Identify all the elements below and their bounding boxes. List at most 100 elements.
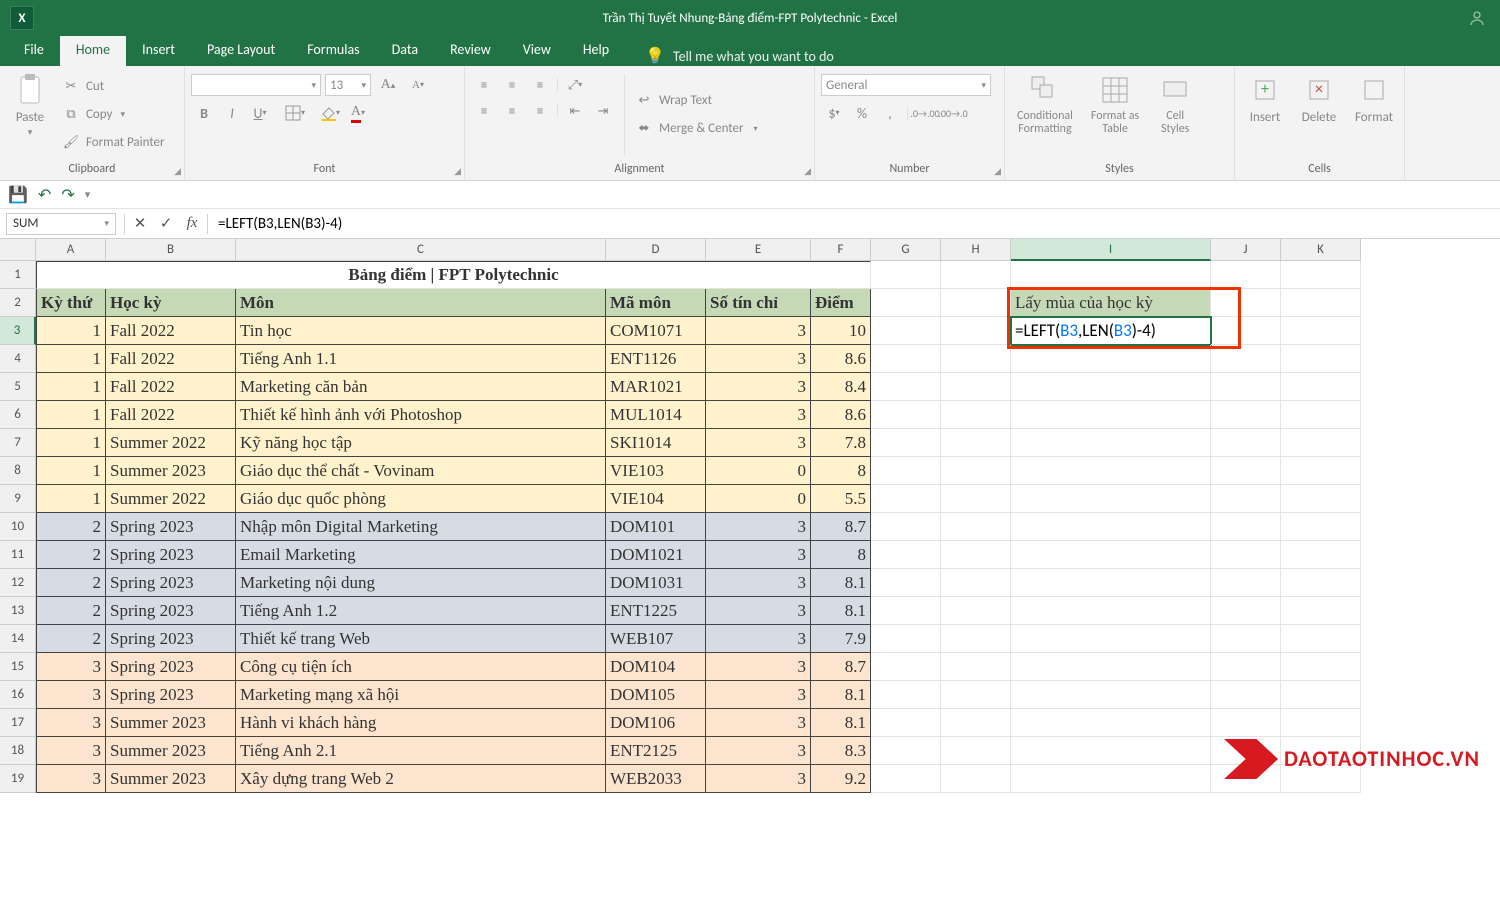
data-cell[interactable]: 3 [36, 765, 106, 793]
data-cell[interactable]: Marketing nội dung [236, 569, 606, 597]
header-5[interactable]: Điểm [811, 289, 871, 317]
row-header-14[interactable]: 14 [0, 625, 36, 653]
data-cell[interactable]: Xây dựng trang Web 2 [236, 765, 606, 793]
data-cell[interactable]: 3 [706, 401, 811, 429]
data-cell[interactable]: Summer 2022 [106, 429, 236, 457]
data-cell[interactable]: DOM1031 [606, 569, 706, 597]
tab-help[interactable]: Help [567, 34, 625, 66]
spreadsheet-grid[interactable]: ABCDEFGHIJK 1234567891011121314151617181… [0, 239, 1500, 839]
underline-button[interactable]: U▾ [247, 102, 273, 124]
delete-cells-button[interactable]: × Delete [1295, 70, 1343, 159]
row-header-10[interactable]: 10 [0, 513, 36, 541]
data-cell[interactable]: 8.1 [811, 569, 871, 597]
data-cell[interactable]: Spring 2023 [106, 653, 236, 681]
decrease-decimal-button[interactable]: .00→.0 [940, 102, 966, 124]
cell[interactable] [1281, 345, 1361, 373]
row-header-17[interactable]: 17 [0, 709, 36, 737]
tab-insert[interactable]: Insert [126, 34, 191, 66]
cell[interactable] [871, 653, 941, 681]
cell[interactable] [941, 317, 1011, 345]
cell[interactable] [1281, 429, 1361, 457]
data-cell[interactable]: 9.2 [811, 765, 871, 793]
column-header-H[interactable]: H [941, 239, 1011, 261]
data-cell[interactable]: Marketing căn bản [236, 373, 606, 401]
tab-review[interactable]: Review [434, 34, 507, 66]
data-cell[interactable]: 1 [36, 373, 106, 401]
cell[interactable] [1211, 345, 1281, 373]
data-cell[interactable]: 2 [36, 513, 106, 541]
row-header-16[interactable]: 16 [0, 681, 36, 709]
data-cell[interactable]: Fall 2022 [106, 317, 236, 345]
cell[interactable] [941, 513, 1011, 541]
tab-formulas[interactable]: Formulas [291, 34, 375, 66]
cell[interactable] [1011, 709, 1211, 737]
cell[interactable] [1011, 541, 1211, 569]
cancel-formula-button[interactable]: ✕ [127, 211, 153, 237]
cell[interactable] [1281, 401, 1361, 429]
data-cell[interactable]: 3 [36, 709, 106, 737]
cell[interactable] [871, 765, 941, 793]
wrap-text-button[interactable]: ↩Wrap Text [633, 91, 760, 111]
cell[interactable] [871, 737, 941, 765]
undo-button[interactable]: ↶ [38, 185, 51, 205]
data-cell[interactable]: WEB2033 [606, 765, 706, 793]
row-header-11[interactable]: 11 [0, 541, 36, 569]
select-all-corner[interactable] [0, 239, 36, 261]
cell[interactable] [1211, 429, 1281, 457]
data-cell[interactable]: 3 [706, 765, 811, 793]
data-cell[interactable]: 7.9 [811, 625, 871, 653]
cell[interactable] [941, 373, 1011, 401]
column-header-K[interactable]: K [1281, 239, 1361, 261]
cell[interactable] [1011, 373, 1211, 401]
fill-color-button[interactable]: ▾ [317, 102, 343, 124]
cell[interactable] [941, 261, 1011, 289]
format-cells-button[interactable]: Format [1349, 70, 1399, 159]
dialog-launcher-icon[interactable]: ◢ [994, 166, 1001, 177]
cell[interactable] [941, 625, 1011, 653]
data-cell[interactable]: DOM101 [606, 513, 706, 541]
cell[interactable] [871, 485, 941, 513]
row-header-3[interactable]: 3 [0, 317, 36, 345]
data-cell[interactable]: 1 [36, 345, 106, 373]
row-header-19[interactable]: 19 [0, 765, 36, 793]
dialog-launcher-icon[interactable]: ◢ [174, 166, 181, 177]
data-cell[interactable]: 3 [36, 681, 106, 709]
formula-input[interactable]: =LEFT(B3,LEN(B3)-4) [210, 215, 1500, 233]
header-4[interactable]: Số tín chỉ [706, 289, 811, 317]
data-cell[interactable]: 1 [36, 485, 106, 513]
data-cell[interactable]: 3 [706, 317, 811, 345]
cell[interactable] [871, 429, 941, 457]
format-as-table-button[interactable]: Format as Table [1085, 70, 1145, 159]
cell[interactable] [871, 345, 941, 373]
header-1[interactable]: Học kỳ [106, 289, 236, 317]
dialog-launcher-icon[interactable]: ◢ [804, 166, 811, 177]
align-right-button[interactable]: ≡ [527, 100, 553, 122]
cell[interactable] [1281, 373, 1361, 401]
insert-function-button[interactable]: fx [179, 211, 205, 237]
data-cell[interactable]: Summer 2023 [106, 765, 236, 793]
tab-page-layout[interactable]: Page Layout [191, 34, 291, 66]
data-cell[interactable]: 3 [706, 541, 811, 569]
data-cell[interactable]: ENT2125 [606, 737, 706, 765]
cell[interactable] [1281, 289, 1361, 317]
cell[interactable] [941, 569, 1011, 597]
cell[interactable] [1281, 457, 1361, 485]
cell[interactable] [1011, 765, 1211, 793]
data-cell[interactable]: WEB107 [606, 625, 706, 653]
align-top-button[interactable]: ≡ [471, 74, 497, 96]
cell[interactable] [1011, 653, 1211, 681]
align-center-button[interactable]: ≡ [499, 100, 525, 122]
cell[interactable] [1211, 289, 1281, 317]
cell[interactable] [941, 765, 1011, 793]
cell[interactable] [941, 681, 1011, 709]
cell[interactable] [1211, 317, 1281, 345]
data-cell[interactable]: 2 [36, 625, 106, 653]
data-cell[interactable]: 3 [706, 597, 811, 625]
cell[interactable] [1211, 681, 1281, 709]
column-header-C[interactable]: C [236, 239, 606, 261]
align-left-button[interactable]: ≡ [471, 100, 497, 122]
cell[interactable] [871, 401, 941, 429]
cell[interactable] [1011, 597, 1211, 625]
data-cell[interactable]: 3 [706, 345, 811, 373]
save-button[interactable]: 💾 [8, 185, 28, 205]
